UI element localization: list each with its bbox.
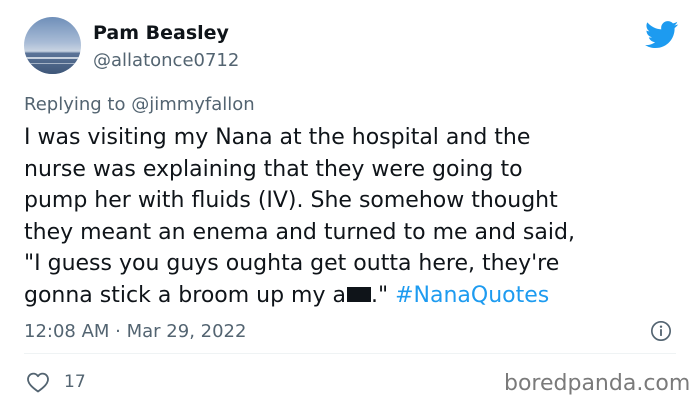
tweet-text: I was visiting my Nana at the hospital a… <box>24 122 684 311</box>
avatar-rail-lower <box>24 63 81 64</box>
heart-icon[interactable] <box>26 371 50 393</box>
avatar[interactable] <box>24 17 81 74</box>
tweet-line: they meant an enema and turned to me and… <box>24 219 575 245</box>
replying-mention[interactable]: @jimmyfallon <box>131 94 255 115</box>
info-icon[interactable] <box>650 320 672 342</box>
tweet-card: Pam Beasley @allatonce0712 Replying to @… <box>0 0 700 410</box>
author-name[interactable]: Pam Beasley <box>93 22 229 44</box>
tweet-line-last: gonna stick a broom up my a ." #NanaQuote… <box>24 280 684 312</box>
avatar-rail <box>24 57 81 59</box>
replying-prefix: Replying to <box>24 94 132 115</box>
tweet-line: I was visiting my Nana at the hospital a… <box>24 125 531 150</box>
author-handle[interactable]: @allatonce0712 <box>93 50 239 71</box>
replying-to: Replying to @jimmyfallon <box>24 94 255 115</box>
twitter-bird-icon[interactable] <box>645 21 679 49</box>
like-count: 17 <box>64 372 86 392</box>
divider <box>24 353 676 354</box>
watermark: boredpanda.com <box>504 371 691 396</box>
tweet-line: pump her with fluids (IV). She somehow t… <box>24 188 558 213</box>
censor-bar <box>347 286 371 302</box>
tweet-line: nurse was explaining that they were goin… <box>24 156 523 182</box>
timestamp[interactable]: 12:08 AM · Mar 29, 2022 <box>24 321 246 342</box>
hashtag-link[interactable]: #NanaQuotes <box>395 283 549 308</box>
tweet-line-suffix: ." <box>371 282 396 308</box>
tweet-line-prefix: gonna stick a broom up my a <box>24 282 346 308</box>
tweet-line: "I guess you guys oughta get outta here,… <box>24 251 560 276</box>
